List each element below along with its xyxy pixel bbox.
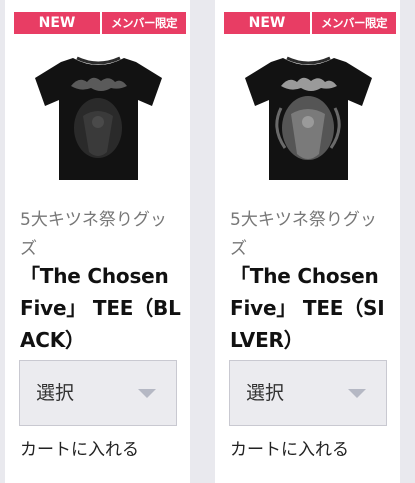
new-badge: NEW — [14, 12, 100, 34]
badge-group: NEW メンバー限定 — [224, 12, 396, 34]
member-only-badge: メンバー限定 — [312, 12, 396, 34]
product-title[interactable]: 「The Chosen Five」 TEE（BLACK） — [20, 260, 184, 356]
product-title[interactable]: 「The Chosen Five」 TEE（SILVER） — [230, 260, 394, 356]
option-select[interactable]: 選択 — [229, 360, 387, 426]
badge-group: NEW メンバー限定 — [14, 12, 186, 34]
member-only-badge: メンバー限定 — [102, 12, 186, 34]
new-badge: NEW — [224, 12, 310, 34]
product-category: 5大キツネ祭りグッズ — [230, 210, 377, 259]
product-category: 5大キツネ祭りグッズ — [20, 210, 167, 259]
chevron-down-icon — [138, 389, 156, 398]
select-value: 選択 — [36, 382, 75, 404]
add-to-cart-button[interactable]: カートに入れる — [20, 437, 139, 463]
tshirt-image[interactable] — [31, 48, 166, 188]
add-to-cart-button[interactable]: カートに入れる — [230, 437, 349, 463]
product-card: NEW メンバー限定 5大キツネ祭りグッズ 「The Chosen Five」 … — [5, 0, 190, 483]
chevron-down-icon — [348, 389, 366, 398]
product-card: NEW メンバー限定 5大キツネ祭りグッズ 「The Chosen Five」 … — [215, 0, 400, 483]
option-select[interactable]: 選択 — [19, 360, 177, 426]
tshirt-image[interactable] — [241, 48, 376, 188]
select-value: 選択 — [246, 382, 285, 404]
